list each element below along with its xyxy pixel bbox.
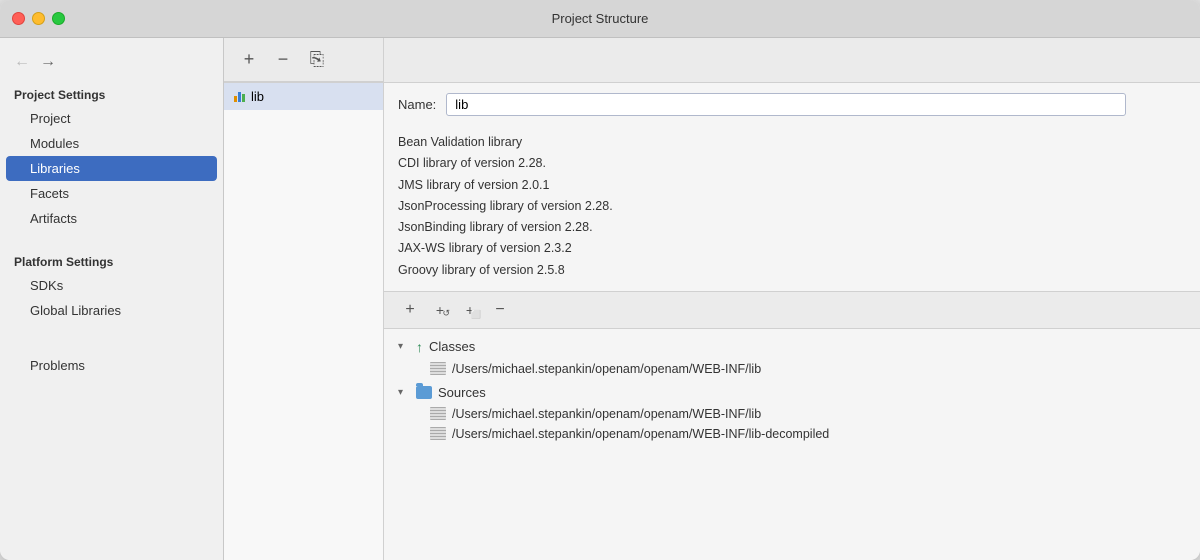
chevron-classes-icon: ▾ [398, 341, 410, 352]
name-input[interactable] [446, 93, 1126, 116]
add-copy-button[interactable]: +↺ [428, 298, 452, 322]
sources-folder-icon [416, 386, 432, 399]
project-structure-window: Project Structure ← → Project Settings P… [0, 0, 1200, 560]
sidebar-item-problems[interactable]: Problems [0, 353, 223, 378]
sidebar-item-facets[interactable]: Facets [0, 181, 223, 206]
classes-arrow-icon: ↑ [416, 339, 423, 355]
file-icon-sources-0 [430, 407, 446, 420]
tree-child-classes-0[interactable]: /Users/michael.stepankin/openam/openam/W… [384, 359, 1200, 379]
chevron-sources-icon: ▾ [398, 387, 410, 398]
description-area: Bean Validation library CDI library of v… [384, 124, 1200, 291]
file-icon [430, 362, 446, 375]
remove-library-button[interactable]: − [270, 47, 296, 73]
sidebar-item-libraries[interactable]: Libraries [6, 156, 217, 181]
add-recursive-button[interactable]: +⬜ [458, 298, 482, 322]
sources-label: Sources [438, 385, 486, 400]
sources-path-1: /Users/michael.stepankin/openam/openam/W… [452, 427, 829, 441]
nav-buttons: ← → [0, 48, 223, 80]
copy-library-button[interactable]: ⎘ [304, 47, 330, 73]
traffic-lights [12, 12, 65, 25]
tree-area: ▾ ↑ Classes /Users/michael.stepankin/ope… [384, 329, 1200, 560]
name-row: Name: [384, 83, 1200, 124]
library-name: lib [251, 89, 264, 104]
add-library-button[interactable]: + [236, 47, 262, 73]
sidebar-item-modules[interactable]: Modules [0, 131, 223, 156]
desc-line-6: Groovy library of version 2.5.8 [398, 260, 1186, 281]
desc-line-5: JAX-WS library of version 2.3.2 [398, 238, 1186, 259]
desc-line-1: CDI library of version 2.28. [398, 153, 1186, 174]
desc-line-2: JMS library of version 2.0.1 [398, 175, 1186, 196]
tree-header-classes[interactable]: ▾ ↑ Classes [384, 335, 1200, 359]
tree-child-sources-0[interactable]: /Users/michael.stepankin/openam/openam/W… [384, 404, 1200, 424]
window-title: Project Structure [552, 11, 649, 26]
remove-path-button[interactable]: − [488, 298, 512, 322]
sources-path-0: /Users/michael.stepankin/openam/openam/W… [452, 407, 761, 421]
minimize-button[interactable] [32, 12, 45, 25]
project-settings-header: Project Settings [0, 80, 223, 106]
back-button[interactable]: ← [14, 54, 30, 70]
add-path-button[interactable]: + [398, 298, 422, 322]
library-list-item[interactable]: lib [224, 83, 383, 110]
split-area: lib Name: Bean Validation library CDI li… [224, 83, 1200, 560]
library-list: lib [224, 83, 384, 560]
sidebar: ← → Project Settings Project Modules Lib… [0, 38, 224, 560]
classes-path-0: /Users/michael.stepankin/openam/openam/W… [452, 362, 761, 376]
forward-button[interactable]: → [40, 54, 56, 70]
tree-header-sources[interactable]: ▾ Sources [384, 381, 1200, 404]
classes-label: Classes [429, 339, 475, 354]
action-bar: + +↺ +⬜ − [384, 291, 1200, 329]
sidebar-item-sdks[interactable]: SDKs [0, 273, 223, 298]
platform-settings-header: Platform Settings [0, 247, 223, 273]
titlebar: Project Structure [0, 0, 1200, 38]
sidebar-item-artifacts[interactable]: Artifacts [0, 206, 223, 231]
tree-section-sources: ▾ Sources /Users/michael.stepankin/opena… [384, 381, 1200, 444]
maximize-button[interactable] [52, 12, 65, 25]
toolbar: + − ⎘ [224, 38, 383, 82]
library-icon [234, 92, 245, 102]
detail-panel: Name: Bean Validation library CDI librar… [384, 83, 1200, 560]
content-area: ← → Project Settings Project Modules Lib… [0, 38, 1200, 560]
tree-section-classes: ▾ ↑ Classes /Users/michael.stepankin/ope… [384, 335, 1200, 379]
desc-line-4: JsonBinding library of version 2.28. [398, 217, 1186, 238]
desc-line-3: JsonProcessing library of version 2.28. [398, 196, 1186, 217]
sidebar-item-global-libraries[interactable]: Global Libraries [0, 298, 223, 323]
sidebar-item-project[interactable]: Project [0, 106, 223, 131]
tree-child-sources-1[interactable]: /Users/michael.stepankin/openam/openam/W… [384, 424, 1200, 444]
name-label: Name: [398, 97, 436, 112]
close-button[interactable] [12, 12, 25, 25]
main-panel: + − ⎘ lib [224, 38, 1200, 560]
file-icon-sources-1 [430, 427, 446, 440]
desc-line-0: Bean Validation library [398, 132, 1186, 153]
